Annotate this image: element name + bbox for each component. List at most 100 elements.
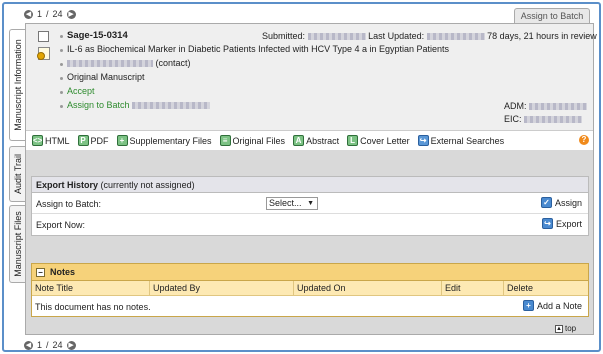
redacted-author: [67, 60, 153, 68]
review-duration: 78 days, 21 hours in review: [487, 31, 597, 41]
toolbar-label: Abstract: [306, 135, 340, 146]
add-icon: +: [522, 300, 534, 311]
submission-dates: Submitted: Last Updated: 78 days, 21 hou…: [262, 31, 597, 41]
tab-label: Audit Trail: [12, 153, 23, 195]
tab-audit-trail[interactable]: Audit Trail: [9, 146, 25, 202]
prev-icon[interactable]: ◀: [24, 340, 33, 350]
batch-select-value: Select...: [269, 198, 302, 208]
files-icon: ≡: [219, 135, 231, 146]
export-subtitle: (currently not assigned): [100, 180, 195, 190]
manuscript-id: Sage-15-0314: [67, 30, 128, 41]
batch-select[interactable]: Select... ▼: [266, 197, 318, 210]
tab-label: Manuscript Information: [12, 39, 23, 131]
manuscript-id-line: Sage-15-0314: [67, 30, 128, 41]
top-label: top: [565, 324, 577, 333]
export-button[interactable]: ↪ Export: [541, 218, 582, 229]
export-icon: ↪: [541, 218, 553, 229]
submitted-label: Submitted:: [262, 31, 306, 41]
author-line: (contact): [67, 58, 191, 68]
export-now-label: Export Now:: [36, 220, 86, 230]
adm-line: ADM:: [504, 101, 588, 111]
toolbar-pdf[interactable]: P PDF: [77, 135, 109, 146]
bullet-icon: [60, 105, 63, 108]
pager-separator: /: [46, 340, 49, 350]
chevron-down-icon: ▼: [307, 200, 314, 207]
redacted-updated-date: [426, 33, 485, 41]
redacted-eic: [524, 116, 583, 124]
document-toolbar: <> HTML P PDF + Supplementary Files ≡ Origin…: [26, 132, 593, 149]
column-updated-by[interactable]: Updated By: [150, 281, 294, 295]
tab-manuscript-files[interactable]: Manuscript Files: [9, 205, 25, 283]
toolbar-abstract[interactable]: A Abstract: [293, 135, 339, 146]
column-note-title[interactable]: Note Title: [32, 281, 150, 295]
bullet-icon: [60, 77, 63, 80]
prev-icon[interactable]: ◀: [24, 9, 33, 19]
select-checkbox[interactable]: [38, 31, 49, 42]
notes-columns: Note Title Updated By Updated On Edit De…: [32, 281, 588, 296]
toolbar-label: Supplementary Files: [129, 135, 212, 146]
notes-title: Notes: [50, 267, 76, 277]
pager-current: 1: [37, 9, 43, 19]
manuscript-title: IL-6 as Biochemical Marker in Diabetic P…: [67, 44, 450, 54]
last-updated-label: Last Updated:: [368, 31, 425, 41]
status-dot-icon: [37, 52, 45, 60]
collapse-icon[interactable]: −: [36, 267, 45, 277]
manuscript-info: Sage-15-0314 IL-6 as Biochemical Marker …: [26, 24, 597, 131]
export-history-panel: Export History (currently not assigned) …: [31, 176, 589, 236]
toolbar-cover-letter[interactable]: L Cover Letter: [347, 135, 410, 146]
assign-button[interactable]: ✓ Assign: [540, 197, 582, 208]
toolbar-supplementary-files[interactable]: + Supplementary Files: [116, 135, 212, 146]
redacted-batch: [132, 102, 211, 110]
next-icon[interactable]: ▶: [66, 9, 76, 19]
assign-batch-line: Assign to Batch: [67, 100, 211, 110]
export-now-row: Export Now: ↪ Export: [32, 214, 588, 235]
letter-icon: L: [347, 135, 359, 146]
assign-batch-label: Assign to Batch:: [36, 199, 102, 209]
assign-button-label: Assign: [554, 197, 582, 208]
help-icon[interactable]: ?: [579, 135, 589, 145]
pager-bottom: ◀ 1 / 24 ▶: [24, 340, 76, 350]
pager-total: 24: [52, 9, 63, 19]
notes-empty-message: This document has no notes.: [35, 302, 151, 312]
arrow-up-icon: ▲: [555, 324, 563, 333]
add-note-button[interactable]: + Add a Note: [522, 300, 582, 311]
adm-label: ADM:: [504, 101, 527, 111]
assign-batch-row: Assign to Batch: Select... ▼ ✓ Assign: [32, 193, 588, 214]
pager-top: ◀ 1 / 24 ▶: [24, 9, 76, 19]
eic-label: EIC:: [504, 114, 522, 124]
next-icon[interactable]: ▶: [66, 340, 76, 350]
document-icon: [37, 47, 50, 60]
add-note-label: Add a Note: [536, 300, 582, 311]
notes-panel: − Notes Note Title Updated By Updated On…: [31, 263, 589, 317]
bullet-icon: [60, 63, 63, 66]
notes-header: − Notes: [32, 264, 588, 281]
check-icon: ✓: [540, 197, 552, 208]
toolbar-label: Original Files: [232, 135, 286, 146]
column-edit: Edit: [442, 281, 504, 295]
tab-manuscript-information[interactable]: Manuscript Information: [9, 29, 25, 141]
export-history-header: Export History (currently not assigned): [32, 177, 588, 193]
toolbar-html[interactable]: <> HTML: [32, 135, 70, 146]
accept-link[interactable]: Accept: [67, 86, 95, 96]
tab-label: Manuscript Files: [12, 211, 23, 277]
back-to-top-link[interactable]: ▲ top: [555, 324, 576, 333]
assign-to-batch-tab[interactable]: Assign to Batch: [514, 8, 590, 23]
pager-current: 1: [37, 340, 43, 350]
bullet-icon: [60, 91, 63, 94]
pager-total: 24: [52, 340, 63, 350]
column-delete: Delete: [507, 283, 534, 293]
export-button-label: Export: [555, 218, 582, 229]
pdf-icon: P: [77, 135, 89, 146]
toolbar-label: External Searches: [430, 135, 505, 146]
redacted-adm: [529, 103, 588, 111]
toolbar-original-files[interactable]: ≡ Original Files: [219, 135, 286, 146]
bullet-icon: [60, 49, 63, 52]
add-icon: +: [116, 135, 128, 146]
redacted-submitted-date: [307, 33, 366, 41]
notes-empty-row: This document has no notes. + Add a Note: [32, 296, 588, 316]
toolbar-label: PDF: [90, 135, 109, 146]
column-updated-on[interactable]: Updated On: [294, 281, 442, 295]
assign-batch-link[interactable]: Assign to Batch: [67, 100, 130, 110]
toolbar-external-searches[interactable]: ↪ External Searches: [417, 135, 505, 146]
search-icon: ↪: [417, 135, 429, 146]
